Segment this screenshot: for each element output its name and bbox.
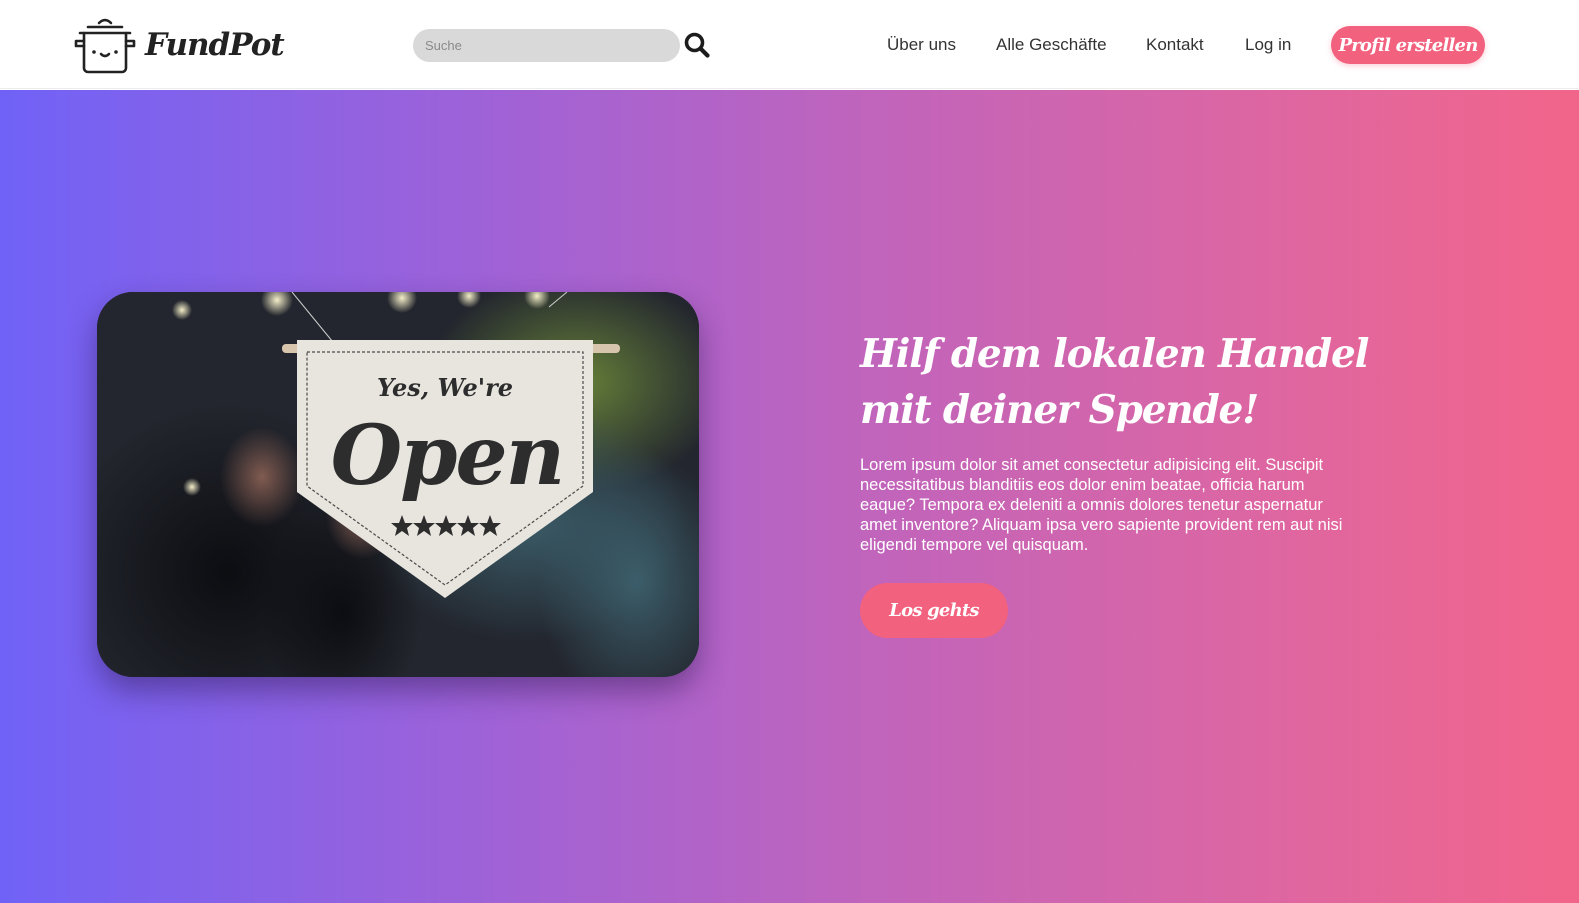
- banner-text-line2: Open: [331, 408, 564, 504]
- nav-link-alle-geschaefte[interactable]: Alle Geschäfte: [996, 35, 1107, 55]
- nav-link-log-in[interactable]: Log in: [1245, 35, 1291, 55]
- create-profile-button[interactable]: Profil erstellen: [1331, 26, 1485, 64]
- brand-logo-link[interactable]: FundPot: [74, 16, 285, 74]
- nav-item-alle-geschaefte[interactable]: Alle Geschäfte: [996, 33, 1107, 57]
- brand-name: FundPot: [145, 27, 285, 63]
- nav-link-kontakt[interactable]: Kontakt: [1146, 35, 1204, 55]
- hero-photo-open-sign: Yes, We're Open: [97, 292, 699, 677]
- nav-link-ueber-uns[interactable]: Über uns: [887, 35, 956, 55]
- search-icon[interactable]: [683, 31, 711, 59]
- banner-text-line1: Yes, We're: [377, 373, 513, 402]
- cooking-pot-icon: [74, 18, 136, 74]
- hero-body-text: Lorem ipsum dolor sit amet consectetur a…: [860, 456, 1343, 554]
- site-header: FundPot Über uns Alle Geschäfte Kontakt …: [0, 0, 1579, 89]
- search-input[interactable]: [413, 29, 680, 62]
- get-started-button[interactable]: Los gehts: [860, 583, 1008, 638]
- hero-section: Yes, We're Open Hilf dem lokalen Handel …: [0, 90, 1579, 903]
- nav-item-ueber-uns[interactable]: Über uns: [887, 33, 956, 57]
- nav-item-log-in[interactable]: Log in: [1245, 33, 1291, 57]
- nav-item-kontakt[interactable]: Kontakt: [1146, 33, 1204, 57]
- hero-headline: Hilf dem lokalen Handel mit deiner Spend…: [860, 331, 1369, 433]
